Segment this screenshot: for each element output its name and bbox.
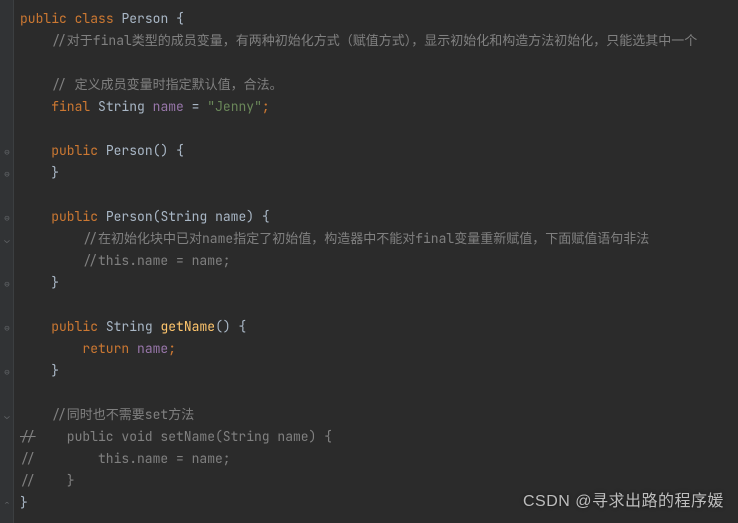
fold-marker: ⌄ xyxy=(3,229,11,237)
cmt: // 定义成员变量时指定默认值，合法。 xyxy=(51,76,282,93)
fold-marker: ⊖ xyxy=(3,163,11,171)
ctor: Person xyxy=(106,142,153,159)
rp: ) xyxy=(246,208,254,225)
string-literal: "Jenny" xyxy=(207,98,262,115)
cmt: //同时也不需要set方法 xyxy=(51,406,194,423)
semi: ; xyxy=(168,340,176,357)
method-name: getName xyxy=(160,318,215,335)
kw-return: return xyxy=(82,340,129,357)
cmt-lead: // xyxy=(20,428,36,445)
fold-marker: ⊖ xyxy=(3,273,11,281)
fold-marker: ⊖ xyxy=(3,317,11,325)
kw-final: final xyxy=(51,98,90,115)
param: name xyxy=(215,208,246,225)
fold-marker: ⊖ xyxy=(3,361,11,369)
gutter: ⊖ ⊖ ⊖ ⌄ ⊖ ⊖ ⊖ ⌄ ⌃ xyxy=(0,0,14,523)
kw-class: class xyxy=(75,10,114,27)
fold-marker: ⌄ xyxy=(3,405,11,413)
brace: { xyxy=(176,142,184,159)
brace: { xyxy=(238,318,246,335)
fold-marker: ⊖ xyxy=(3,207,11,215)
parens: () xyxy=(153,142,169,159)
kw-public: public xyxy=(51,318,98,335)
type-string: String xyxy=(106,318,153,335)
kw-public: public xyxy=(20,10,67,27)
brace: } xyxy=(20,494,28,511)
semi: ; xyxy=(262,98,270,115)
brace: } xyxy=(51,362,59,379)
field-ref: name xyxy=(137,340,168,357)
cmt: // this.name = name; xyxy=(20,450,231,467)
brace: } xyxy=(51,164,59,181)
parens: () xyxy=(215,318,231,335)
cmt: public void setName(String name) { xyxy=(36,428,332,445)
code-block: public class Person { //对于final类型的成员变量，有… xyxy=(20,8,697,514)
kw-public: public xyxy=(51,142,98,159)
brace: { xyxy=(262,208,270,225)
brace: { xyxy=(176,10,184,27)
eq: = xyxy=(192,98,200,115)
fold-marker: ⌃ xyxy=(3,493,11,501)
ptype: String xyxy=(160,208,207,225)
cmt: //对于final类型的成员变量，有两种初始化方式（赋值方式），显示初始化和构造… xyxy=(51,32,697,49)
class-name: Person xyxy=(121,10,168,27)
brace: } xyxy=(51,274,59,291)
cmt: //在初始化块中已对name指定了初始值，构造器中不能对final变量重新赋值，… xyxy=(82,230,649,247)
fold-marker: ⊖ xyxy=(3,141,11,149)
field-name: name xyxy=(153,98,184,115)
ctor: Person xyxy=(106,208,153,225)
kw-public: public xyxy=(51,208,98,225)
cmt: // } xyxy=(20,472,75,489)
type-string: String xyxy=(98,98,145,115)
cmt: //this.name = name; xyxy=(82,252,230,269)
